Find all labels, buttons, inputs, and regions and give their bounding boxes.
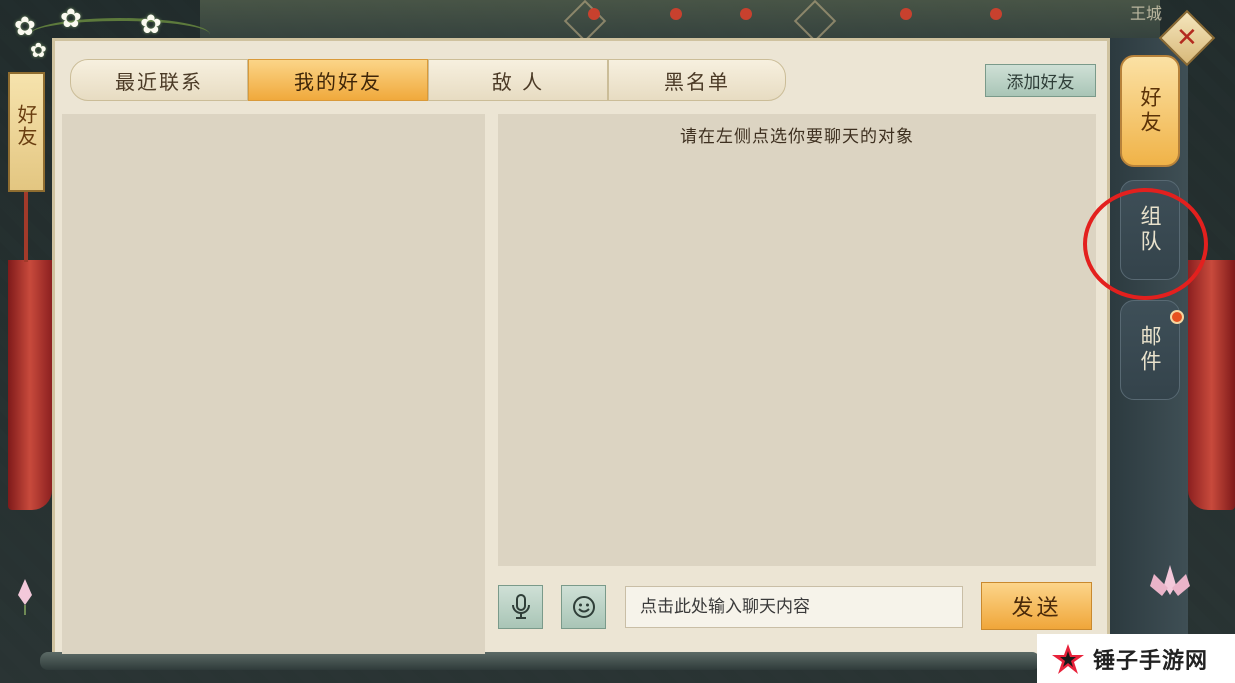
side-tab-friends-label: 好友 [1138, 86, 1162, 136]
background-marker [740, 8, 752, 20]
panel-bottom-rim [40, 652, 1040, 670]
friend-tabs: 最近联系 我的好友 敌 人 黑名单 [70, 59, 786, 101]
side-tab-team[interactable]: 组队 [1120, 180, 1180, 280]
lotus-decoration [1150, 565, 1190, 596]
left-curtain [8, 260, 52, 510]
tab-my-friends[interactable]: 我的好友 [248, 59, 428, 101]
tab-blacklist[interactable]: 黑名单 [608, 59, 786, 101]
lotus-bud-decoration [18, 579, 32, 615]
background-marker [990, 8, 1002, 20]
vine-decoration [30, 18, 210, 51]
emoji-button[interactable] [561, 585, 606, 629]
mail-notification-dot [1170, 310, 1184, 324]
tassel-decoration [24, 192, 28, 262]
add-friend-button[interactable]: 添加好友 [985, 64, 1096, 97]
background-marker [670, 8, 682, 20]
microphone-icon [511, 594, 530, 619]
side-tab-team-label: 组队 [1138, 205, 1162, 255]
tab-enemies[interactable]: 敌 人 [428, 59, 608, 101]
tab-recent-contacts[interactable]: 最近联系 [70, 59, 248, 101]
background-marker [588, 8, 600, 20]
background-city-label: 王城 [1130, 4, 1163, 23]
chat-input[interactable] [625, 586, 963, 628]
send-button[interactable]: 发送 [981, 582, 1092, 630]
side-tab-mail-label: 邮件 [1138, 325, 1162, 375]
background-map-strip [200, 0, 1160, 38]
site-watermark: 锤子手游网 [1037, 634, 1235, 683]
close-icon: ✕ [1176, 22, 1198, 53]
voice-button[interactable] [498, 585, 543, 629]
left-side-tag: 好友 [8, 72, 45, 192]
background-marker [900, 8, 912, 20]
flower-decoration: ✿ [30, 38, 47, 62]
hammer-logo-icon [1052, 643, 1084, 674]
left-side-tag-label: 好友 [14, 104, 38, 148]
flower-decoration: ✿ [60, 4, 82, 34]
chat-hint-text: 请在左侧点选你要聊天的对象 [680, 127, 914, 147]
emoji-icon [572, 596, 595, 618]
friend-list[interactable] [62, 114, 485, 654]
side-tab-friends[interactable]: 好友 [1120, 55, 1180, 167]
chat-message-area: 请在左侧点选你要聊天的对象 [498, 114, 1096, 566]
flower-decoration: ✿ [140, 10, 162, 40]
right-curtain [1188, 260, 1235, 510]
watermark-text: 锤子手游网 [1093, 648, 1209, 674]
